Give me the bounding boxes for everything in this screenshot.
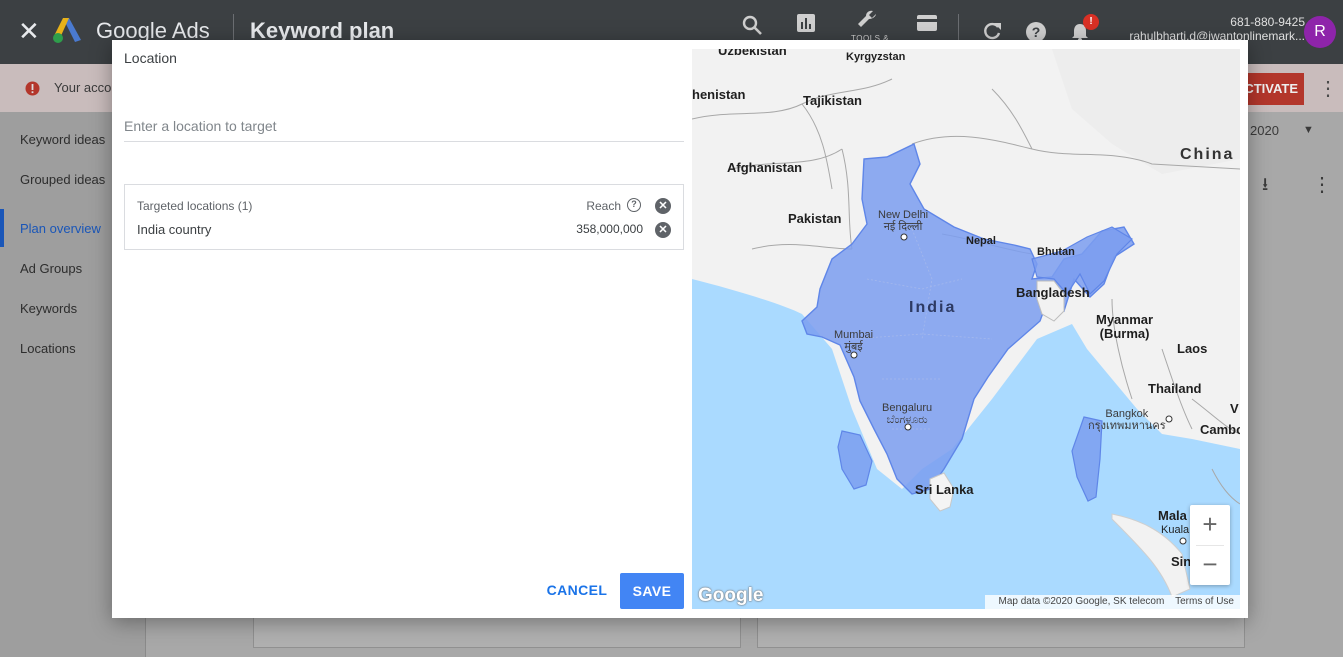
sidebar-item-keyword-ideas[interactable]: Keyword ideas: [20, 132, 105, 147]
map-label-china: China: [1180, 146, 1235, 163]
dialog-title: Location: [124, 50, 177, 66]
alert-icon: [25, 81, 40, 96]
map-label-pakistan: Pakistan: [788, 211, 842, 226]
map-label-sri-lanka: Sri Lanka: [915, 482, 974, 497]
map-label-new-delhi: New Delhi नई दिल्ली: [878, 209, 928, 233]
city-name: Bengaluru: [882, 402, 933, 414]
map-label-vietnam: V: [1230, 401, 1239, 416]
map-label-uzbekistan: Uzbekistan: [718, 49, 787, 58]
account-info[interactable]: 681-880-9425 rahulbharti.d@iwantonlinema…: [1129, 15, 1305, 43]
account-phone: 681-880-9425: [1230, 15, 1305, 29]
map-data-credit: Map data ©2020 Google, SK telecom: [998, 596, 1165, 607]
svg-text:?: ?: [1032, 24, 1041, 40]
cancel-button[interactable]: CANCEL: [540, 573, 614, 607]
map-label-mumbai: Mumbai मुंबई: [834, 329, 873, 353]
map-label-cambodia: Cambod: [1200, 422, 1240, 437]
map-label-kyrgyzstan: Kyrgyzstan: [846, 51, 906, 63]
terms-of-use-link[interactable]: Terms of Use: [1175, 596, 1234, 607]
date-range-select[interactable]: 2020: [1250, 123, 1279, 138]
help-icon[interactable]: ?: [627, 198, 641, 212]
city-marker-kuala-lumpur: [1179, 537, 1187, 545]
billing-icon[interactable]: [916, 14, 938, 32]
country-name-alt: (Burma): [1099, 326, 1150, 341]
sidebar-item-plan-overview[interactable]: Plan overview: [20, 221, 101, 236]
map-label-bangkok: Bangkok กรุงเทพมหานคร: [1088, 408, 1166, 432]
chevron-down-icon[interactable]: ▼: [1303, 124, 1314, 136]
more-options-icon[interactable]: ⋮: [1312, 172, 1332, 197]
wrench-icon[interactable]: [855, 8, 879, 32]
country-name: Myanmar: [1096, 312, 1154, 327]
targeted-locations-header: Targeted locations (1): [137, 199, 253, 213]
targeted-locations-panel: Targeted locations (1) Reach ? ✕ India c…: [124, 184, 684, 250]
map-label-nepal: Nepal: [966, 235, 996, 247]
sidebar-item-locations[interactable]: Locations: [20, 341, 76, 356]
sidebar-item-keywords[interactable]: Keywords: [20, 301, 77, 316]
city-name: Bangkok: [1105, 408, 1149, 420]
map-label-afghanistan: Afghanistan: [727, 160, 803, 175]
city-name-native: กรุงเทพมหานคร: [1088, 420, 1166, 432]
save-button[interactable]: SAVE: [620, 573, 684, 609]
location-search-input[interactable]: [124, 110, 684, 142]
card: [757, 618, 1245, 648]
location-map[interactable]: Uzbekistan Kyrgyzstan henistan Tajikista…: [692, 49, 1240, 609]
map-label-bhutan: Bhutan: [1037, 246, 1075, 258]
city-name-native: ಬೆಂಗಳೂರು: [886, 414, 928, 426]
zoom-out-button[interactable]: −: [1190, 545, 1230, 585]
city-name: New Delhi: [878, 209, 929, 221]
city-name-native: नई दिल्ली: [883, 221, 923, 233]
map-label-laos: Laos: [1177, 341, 1208, 356]
zoom-in-button[interactable]: +: [1190, 505, 1230, 545]
city-name: Mumbai: [834, 329, 874, 341]
notification-badge: !: [1083, 14, 1099, 30]
google-ads-logo: [53, 18, 81, 43]
location-dialog: Location Targeted locations (1) Reach ? …: [112, 40, 1248, 618]
map-label-thailand: Thailand: [1148, 381, 1202, 396]
remove-location-icon[interactable]: ✕: [655, 222, 671, 238]
map-label-myanmar: Myanmar (Burma): [1096, 313, 1153, 341]
sidebar-item-ad-groups[interactable]: Ad Groups: [20, 261, 82, 276]
reports-icon[interactable]: [796, 13, 816, 33]
map-label-bengaluru: Bengaluru ಬೆಂಗಳೂರು: [882, 402, 932, 426]
city-marker-new-delhi: [900, 233, 908, 241]
map-label-tajikistan: Tajikistan: [803, 93, 863, 108]
map-label-bangladesh: Bangladesh: [1016, 285, 1090, 300]
map-label-singapore: Sin: [1171, 554, 1192, 569]
map-label-india: India: [909, 299, 957, 316]
remove-all-icon[interactable]: ✕: [655, 198, 671, 214]
more-options-icon[interactable]: ⋮: [1318, 76, 1338, 101]
reach-label: Reach: [586, 199, 621, 213]
active-indicator: [0, 209, 4, 247]
sidebar-item-grouped-ideas[interactable]: Grouped ideas: [20, 172, 105, 187]
alert-text: Your acco: [54, 80, 112, 95]
location-name: India country: [137, 222, 212, 237]
city-name-native: मुंबई: [844, 341, 863, 353]
city-marker-bangkok: [1165, 415, 1173, 423]
card: [253, 618, 741, 648]
download-icon[interactable]: ⭳: [1262, 172, 1268, 202]
avatar[interactable]: R: [1304, 16, 1336, 48]
zoom-controls: + −: [1190, 505, 1230, 585]
refresh-icon[interactable]: [982, 21, 1002, 41]
search-icon[interactable]: [741, 14, 763, 36]
close-icon[interactable]: ✕: [18, 18, 40, 44]
google-logo[interactable]: Google: [698, 585, 763, 607]
map-label-malaysia: Mala: [1158, 508, 1187, 523]
location-reach: 358,000,000: [576, 222, 643, 236]
map-label-turkmenistan: henistan: [692, 87, 746, 102]
map-attribution: Map data ©2020 Google, SK telecom Terms …: [984, 595, 1240, 609]
map-graphic: [692, 49, 1240, 609]
